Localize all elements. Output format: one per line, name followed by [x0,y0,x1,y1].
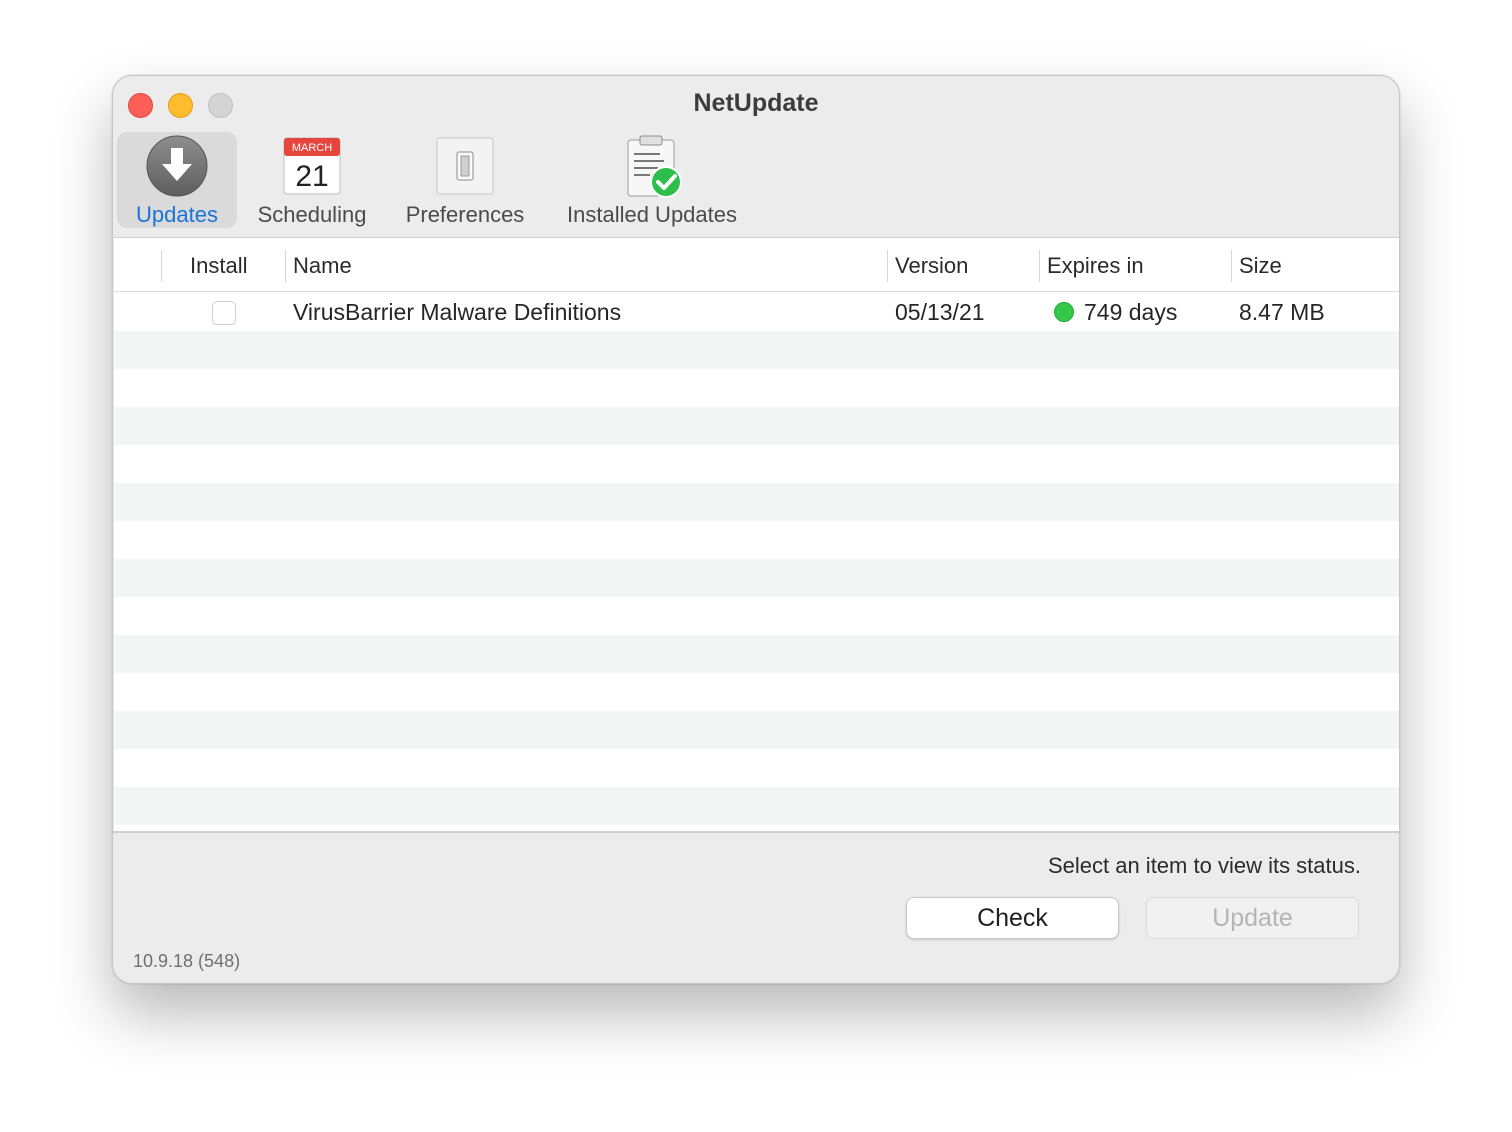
empty-row [114,369,1399,407]
app-version: 10.9.18 (548) [133,951,241,971]
toolbar-scheduling-tab[interactable]: MARCH 21 Scheduling [250,132,374,228]
column-separator [887,250,888,282]
switch-icon [436,137,494,195]
table-body: VirusBarrier Malware Definitions 05/13/2… [114,293,1399,831]
empty-row [114,445,1399,483]
empty-row [114,559,1399,597]
column-separator [1039,250,1040,282]
toolbar-scheduling-label: Scheduling [257,202,367,227]
column-separator [161,250,162,282]
toolbar-installed-updates-label: Installed Updates [567,202,737,227]
column-header-install[interactable]: Install [190,253,247,279]
update-button[interactable]: Update [1146,897,1359,939]
table-header: Install Name Version Expires in Size [114,238,1399,292]
expiry-status-icon [1054,302,1074,322]
column-header-expires[interactable]: Expires in [1047,253,1144,279]
footer-divider [113,831,1399,833]
update-version: 05/13/21 [895,299,985,325]
empty-row [114,749,1399,787]
install-checkbox[interactable] [212,301,236,325]
empty-row [114,787,1399,825]
toolbar-preferences-tab[interactable]: Preferences [399,132,531,228]
calendar-month: MARCH [292,142,332,154]
empty-row [114,521,1399,559]
column-header-version[interactable]: Version [895,253,968,279]
calendar-day: 21 [295,160,328,193]
empty-row [114,635,1399,673]
empty-row [114,711,1399,749]
column-header-name[interactable]: Name [293,253,352,279]
empty-row [114,331,1399,369]
update-expires-text: 749 days [1084,299,1178,325]
update-expires: 749 days [1054,299,1177,326]
toolbar-preferences-label: Preferences [405,202,525,227]
table-row[interactable]: VirusBarrier Malware Definitions 05/13/2… [114,293,1399,331]
window-title: NetUpdate [693,89,819,117]
calendar-icon: MARCH 21 [283,137,341,195]
column-separator [285,250,286,282]
updates-table: Install Name Version Expires in Size Vir… [114,237,1399,831]
empty-row [114,597,1399,635]
empty-row [114,483,1399,521]
empty-row [114,673,1399,711]
status-message: Select an item to view its status. [1047,853,1361,878]
clipboard-check-icon [627,135,682,198]
toolbar-updates-tab[interactable]: Updates [117,132,237,228]
toolbar-installed-updates-tab[interactable]: Installed Updates [557,132,747,228]
check-button[interactable]: Check [906,897,1119,939]
download-arrow-icon [146,135,208,197]
netupdate-window: NetUpdate Updates MARCH 21 Scheduling Pr… [112,75,1400,984]
empty-row [114,407,1399,445]
toolbar-updates-label: Updates [136,202,218,227]
column-header-size[interactable]: Size [1239,253,1282,279]
column-separator [1231,250,1232,282]
update-size: 8.47 MB [1239,299,1325,325]
update-name: VirusBarrier Malware Definitions [293,299,622,325]
